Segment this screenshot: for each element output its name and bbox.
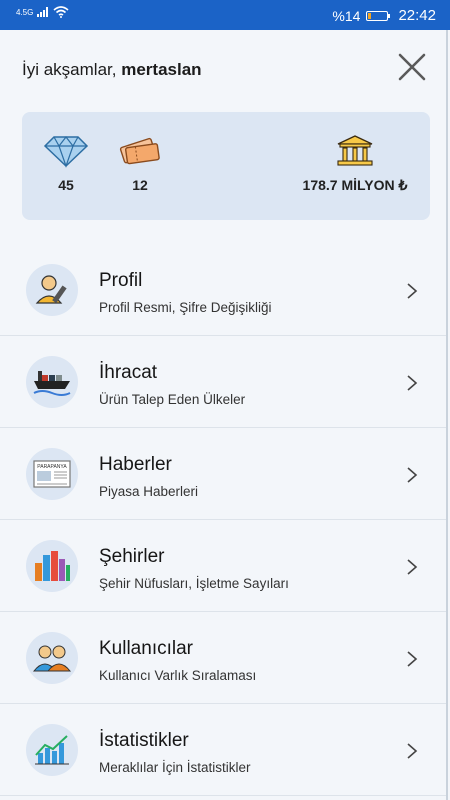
menu-item-profil[interactable]: Profil Profil Resmi, Şifre Değişikliği [0,244,446,336]
chevron-right-icon [407,743,418,759]
battery-icon [366,10,391,21]
menu-item-ihracat[interactable]: İhracat Ürün Talep Eden Ülkeler [0,336,446,428]
money-stat[interactable]: 178.7 MİLYON ₺ [290,134,420,194]
menu-title: Haberler [99,454,172,475]
newspaper-icon: PARAPANYA [26,448,78,500]
chevron-right-icon [407,467,418,483]
menu-subtitle: Profil Resmi, Şifre Değişikliği [99,300,272,315]
ticket-stat[interactable]: 12 [116,134,164,193]
gem-count: 45 [58,177,74,193]
menu-title: İstatistikler [99,730,189,751]
gem-stat[interactable]: 45 [42,134,90,193]
menu-subtitle: Şehir Nüfusları, İşletme Sayıları [99,576,289,591]
signal-icon [37,7,49,17]
menu-item-kullanicilar[interactable]: Kullanıcılar Kullanıcı Varlık Sıralaması [0,612,446,704]
chevron-right-icon [407,283,418,299]
status-bar: 4.5G %14 22:42 [0,0,450,30]
close-icon[interactable] [395,50,429,84]
menu-list: Profil Profil Resmi, Şifre Değişikliği İ… [0,244,446,796]
menu-title: İhracat [99,362,158,383]
menu-item-istatistikler[interactable]: İstatistikler Meraklılar İçin İstatistik… [0,704,446,796]
chevron-right-icon [407,651,418,667]
menu-title: Kullanıcılar [99,638,193,659]
clock: 22:42 [398,7,436,24]
statistics-chart-icon [26,724,78,776]
cargo-ship-icon [26,356,78,408]
chevron-right-icon [407,375,418,391]
menu-subtitle: Meraklılar İçin İstatistikler [99,760,251,775]
username: mertaslan [121,60,202,79]
menu-title: Profil [99,270,143,291]
newspaper-title-text: PARAPANYA [37,464,67,470]
users-icon [26,632,78,684]
navigation-drawer: İyi akşamlar, mertaslan 45 12 178.7 MİLY… [0,30,448,800]
menu-item-haberler[interactable]: PARAPANYA Haberler Piyasa Haberleri [0,428,446,520]
profile-edit-icon [26,264,78,316]
menu-subtitle: Piyasa Haberleri [99,484,199,499]
menu-item-sehirler[interactable]: Şehirler Şehir Nüfusları, İşletme Sayıla… [0,520,446,612]
battery-percent: %14 [332,7,361,24]
greeting: İyi akşamlar, mertaslan [22,60,202,80]
bank-icon [337,135,373,166]
menu-subtitle: Ürün Talep Eden Ülkeler [99,392,246,407]
money-amount: 178.7 MİLYON ₺ [302,177,408,193]
network-type: 4.5G [16,7,34,17]
greeting-text: İyi akşamlar, [22,60,117,79]
ticket-count: 12 [132,177,148,193]
chevron-right-icon [407,559,418,575]
stats-card: 45 12 178.7 MİLYON ₺ [22,112,430,220]
menu-subtitle: Kullanıcı Varlık Sıralaması [99,668,257,683]
menu-title: Şehirler [99,546,165,567]
diamond-icon [43,136,89,168]
ticket-icon [119,137,160,165]
wifi-icon [53,6,69,18]
city-buildings-icon [26,540,78,592]
